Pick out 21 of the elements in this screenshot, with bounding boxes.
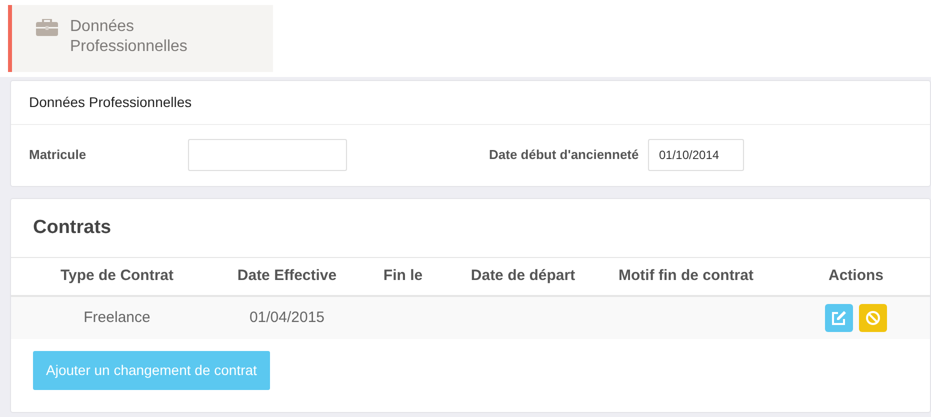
column-header: Fin le (382, 266, 424, 286)
column-header: Date Effective (236, 266, 338, 286)
tab-label: Données Professionnelles (70, 17, 188, 57)
edit-button[interactable] (825, 304, 853, 332)
edit-icon (831, 310, 847, 326)
field-label: Date début d'ancienneté (489, 146, 640, 164)
panel-title: Données Professionnelles (29, 93, 192, 112)
block-icon (865, 310, 881, 326)
table-cell-text: Freelance (82, 308, 152, 328)
panel-title: Contrats (33, 216, 112, 240)
table-cell-text: 01/04/2015 (248, 308, 326, 328)
briefcase-icon (36, 19, 58, 36)
text-field[interactable] (188, 139, 347, 171)
column-header: Actions (827, 266, 884, 286)
section-tab[interactable]: Données Professionnelles (8, 5, 273, 72)
disable-button[interactable] (859, 304, 887, 332)
column-header: Motif fin de contrat (618, 266, 754, 286)
text-field[interactable]: 01/10/2014 (648, 139, 744, 171)
column-header: Date de départ (470, 266, 576, 286)
column-header: Type de Contrat (59, 266, 175, 286)
field-label: Matricule (29, 146, 88, 164)
